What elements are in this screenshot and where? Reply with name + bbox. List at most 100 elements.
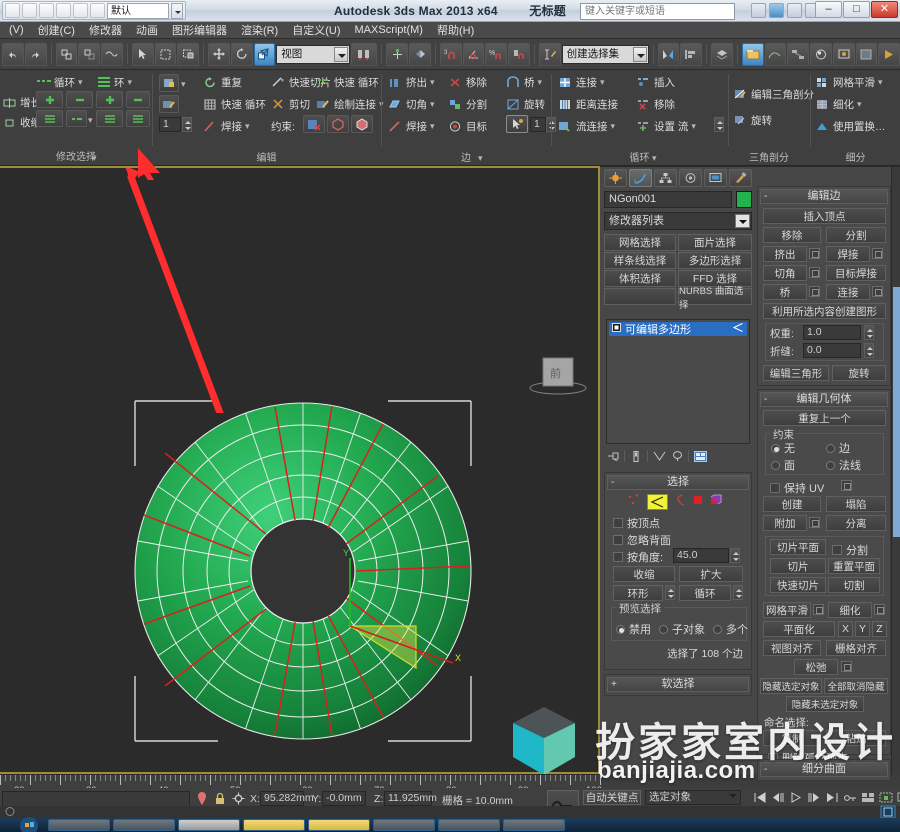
object-color-swatch[interactable] [736, 191, 752, 208]
edge-count-field[interactable]: 1 [530, 117, 546, 132]
key-mode-select[interactable]: 选定对象 [645, 790, 741, 805]
menu-item-view[interactable]: (V) [2, 23, 31, 37]
weight-field[interactable]: 1.0 [803, 325, 861, 340]
edit-count-spinner[interactable] [182, 117, 192, 132]
rollout-collapse-icon-subdivision[interactable]: - [764, 763, 767, 776]
connect-dropdown-icon[interactable]: ▾ [600, 77, 605, 88]
rollout-header-selection[interactable]: - 选择 [607, 475, 749, 490]
radio-constraint-none[interactable]: 无 [771, 440, 795, 456]
extrude-settings-button[interactable] [809, 248, 820, 259]
paste-named-selection-button[interactable]: 粘贴 [826, 730, 886, 746]
btn-patch-select[interactable]: 面片选择 [678, 234, 752, 251]
ribbon-item-remove[interactable]: 移除 [448, 75, 487, 90]
ribbon-item-weld-edge[interactable]: 焊接 ▾ [388, 119, 435, 134]
edit-lock-dropdown-icon[interactable]: ▾ [181, 79, 186, 90]
taskbar-item-4[interactable] [243, 819, 305, 831]
ring-shrink-button[interactable] [126, 91, 150, 108]
ribbon-item-bridge[interactable]: 桥 ▾ [506, 75, 542, 90]
radio-preview-subobject-dot[interactable] [659, 624, 668, 634]
tessellate-dropdown-icon[interactable]: ▾ [857, 99, 862, 110]
grow-button[interactable]: 扩大 [679, 566, 743, 582]
collapse-button[interactable]: 塌陷 [826, 496, 886, 512]
modifier-stack-item-editable-poly[interactable]: 可编辑多边形 [609, 322, 747, 336]
border-icon[interactable] [673, 493, 687, 510]
constraint-none-button[interactable] [303, 115, 325, 133]
spinner-snap-icon[interactable] [508, 42, 530, 66]
viewport-perspective[interactable]: X Y 前 [0, 166, 600, 774]
time-configuration-icon[interactable] [860, 790, 876, 805]
move-icon[interactable] [208, 42, 230, 66]
ring-grow-button[interactable] [96, 91, 123, 108]
go-to-end-icon[interactable] [824, 790, 840, 805]
snap-toggle-3-icon[interactable]: 3 [439, 42, 462, 66]
create-tab[interactable] [604, 169, 627, 187]
curve-editor-icon[interactable] [764, 42, 787, 66]
ribbon-item-loop[interactable]: 循环 ▾ [36, 75, 83, 90]
cut-button[interactable]: 切割 [828, 577, 880, 593]
loops-expand-icon[interactable]: ▾ [652, 153, 657, 164]
checkbox-preserve-uv[interactable]: 保持 UV [770, 480, 824, 496]
crease-spinner[interactable] [864, 343, 874, 358]
ribbon-item-flow-connect[interactable]: 流连接 ▾ [558, 119, 615, 134]
align-icon[interactable] [680, 42, 703, 66]
checkbox-by-vertex-box[interactable] [613, 518, 623, 528]
target-weld-button[interactable]: 目标焊接 [826, 265, 886, 281]
hide-unselected-button[interactable]: 隐藏未选定对象 [786, 696, 864, 712]
ribbon-item-distance-connect[interactable]: 距离连接 [558, 97, 618, 112]
ribbon-item-chamfer[interactable]: 切角 ▾ [388, 97, 435, 112]
edit-triangulation-button[interactable]: 编辑三角形 [763, 365, 829, 381]
preserve-uv-settings-button[interactable] [841, 480, 852, 491]
render-setup-icon[interactable] [832, 42, 855, 66]
rollout-header-edit-edges[interactable]: - 编辑边 [760, 189, 888, 204]
taskbar-item-1[interactable] [48, 819, 110, 831]
meshsmooth-dropdown-icon[interactable]: ▾ [878, 77, 883, 88]
make-planar-button[interactable]: 平面化 [763, 621, 835, 637]
rollout-header-subdivision-surface[interactable]: - 细分曲面 [760, 762, 888, 777]
zoom-region-icon[interactable] [896, 790, 900, 805]
turn-button[interactable]: 旋转 [832, 365, 886, 381]
detach-button[interactable]: 分离 [826, 515, 886, 531]
ribbon-item-spin[interactable]: 旋转 [506, 97, 545, 112]
taskbar-item-6[interactable] [373, 819, 435, 831]
angle-value-field[interactable]: 45.0 [673, 548, 729, 563]
cloud-icon[interactable] [769, 3, 784, 18]
menu-item-maxscript[interactable]: MAXScript(M) [348, 23, 430, 37]
menu-item-customize[interactable]: 自定义(U) [285, 21, 347, 39]
exchange-icon[interactable] [787, 3, 802, 18]
connect-button[interactable]: 连接 [826, 284, 870, 300]
weld-edge-dropdown-icon[interactable]: ▾ [430, 121, 435, 132]
redo-button[interactable] [24, 42, 47, 66]
select-object-icon[interactable] [131, 42, 154, 66]
scale-icon[interactable] [253, 42, 276, 66]
repeat-last-button[interactable]: 重复上一个 [763, 410, 886, 426]
unhide-all-button[interactable]: 全部取消隐藏 [824, 678, 888, 694]
copy-named-selection-button[interactable]: 复制 [763, 730, 821, 746]
btn-nurbs-surface-select[interactable]: NURBS 曲面选择 [678, 286, 752, 311]
constraint-face-button[interactable] [351, 115, 373, 133]
x-coord-field[interactable]: 95.282mm [260, 791, 314, 806]
checkbox-preserve-uv-box[interactable] [770, 483, 780, 493]
attach-button[interactable]: 附加 [763, 515, 807, 531]
create-shape-from-selection-button[interactable]: 利用所选内容创建图形 [763, 303, 886, 319]
crease-field[interactable]: 0.0 [803, 343, 861, 358]
checkbox-by-vertex[interactable]: 按顶点 [613, 515, 660, 531]
unlink-icon[interactable] [78, 42, 100, 66]
menu-item-create[interactable]: 创建(C) [31, 21, 82, 39]
rollout-header-soft-selection[interactable]: + 软选择 [607, 677, 749, 692]
taskbar-item-3[interactable] [178, 819, 240, 831]
ribbon-toggle-icon[interactable] [741, 42, 764, 66]
layer-manager-icon[interactable] [711, 42, 733, 66]
weld-settings-button[interactable] [872, 248, 883, 259]
taskbar-item-5[interactable] [308, 819, 370, 831]
connect-settings-button[interactable] [872, 286, 883, 297]
y-coord-field[interactable]: -0.0mm [322, 791, 366, 806]
view-align-button[interactable]: 视图对齐 [763, 640, 821, 656]
command-panel-scroll-thumb[interactable] [893, 287, 900, 537]
bridge-button[interactable]: 桥 [763, 284, 807, 300]
ring-dropdown-icon[interactable]: ▾ [128, 77, 133, 88]
chamfer-settings-button[interactable] [809, 267, 820, 278]
weld-button[interactable]: 焊接 [826, 246, 870, 262]
infocenter-icon[interactable] [751, 3, 766, 18]
quick-slice-button[interactable]: 快速切片 [770, 577, 826, 593]
radio-constraint-edge[interactable]: 边 [826, 440, 850, 456]
